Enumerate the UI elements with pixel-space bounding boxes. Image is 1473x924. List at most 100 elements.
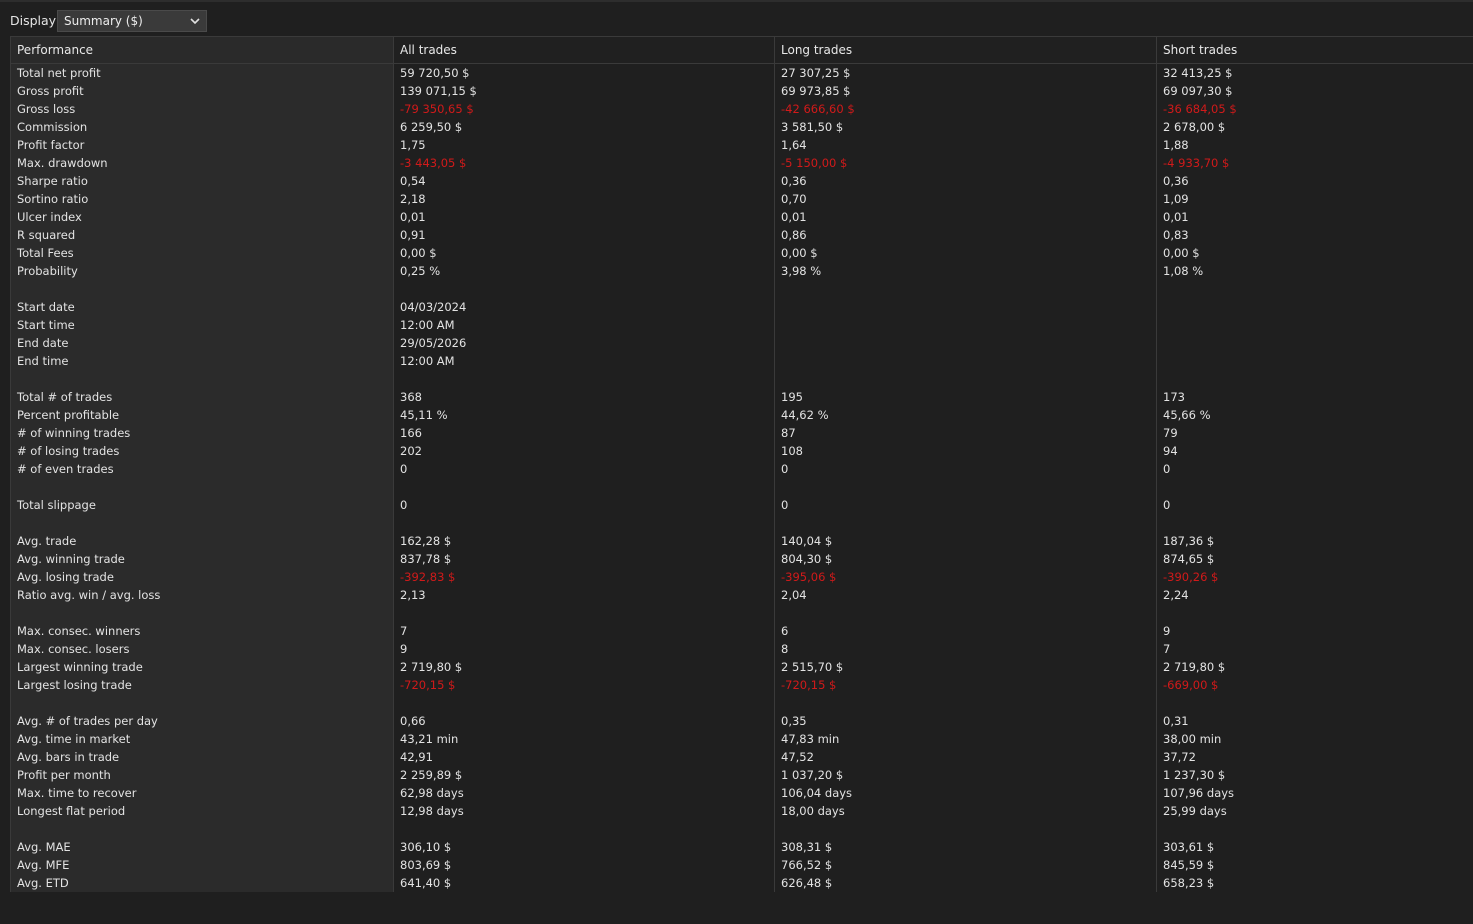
column-header-all-trades[interactable]: All trades	[393, 37, 774, 64]
long-trades-value: 626,48 $	[781, 876, 833, 890]
performance-label: Probability	[17, 264, 78, 278]
performance-label: # of losing trades	[17, 444, 120, 458]
long-trades-value: 308,31 $	[781, 840, 833, 854]
all-trades-value: 7	[400, 624, 408, 638]
long-trades-value: 3 581,50 $	[781, 120, 844, 134]
short-trades-value: 1,88	[1163, 138, 1189, 152]
all-trades-value: 43,21 min	[400, 732, 459, 746]
long-trades-value: 44,62 %	[781, 408, 829, 422]
performance-label: Longest flat period	[17, 804, 126, 818]
performance-label: Start time	[17, 318, 75, 332]
performance-label: Ratio avg. win / avg. loss	[17, 588, 161, 602]
long-trades-value: 87	[781, 426, 796, 440]
long-trades-value: 0	[781, 498, 789, 512]
long-trades-value: 2 515,70 $	[781, 660, 844, 674]
performance-label: Total Fees	[17, 246, 74, 260]
long-trades-value: -5 150,00 $	[781, 156, 848, 170]
long-trades-value: 47,83 min	[781, 732, 840, 746]
all-trades-value: 42,91	[400, 750, 433, 764]
chevron-down-icon	[190, 18, 200, 25]
short-trades-value: 0,31	[1163, 714, 1189, 728]
performance-label: End date	[17, 336, 69, 350]
column-long-trades: 27 307,25 $ 69 973,85 $ -42 666,60 $ 3 581,…	[774, 64, 1156, 892]
long-trades-value: 0,35	[781, 714, 807, 728]
long-trades-value: 804,30 $	[781, 552, 833, 566]
short-trades-value: 658,23 $	[1163, 876, 1215, 890]
performance-label: Ulcer index	[17, 210, 82, 224]
performance-label: Max. drawdown	[17, 156, 108, 170]
column-short-trades: 32 413,25 $ 69 097,30 $ -36 684,05 $ 2 678,…	[1156, 64, 1473, 892]
all-trades-value: 12:00 AM	[400, 318, 455, 332]
all-trades-value: 0,01	[400, 210, 426, 224]
performance-label: # of even trades	[17, 462, 114, 476]
short-trades-value: 845,59 $	[1163, 858, 1215, 872]
all-trades-value: 2,18	[400, 192, 426, 206]
performance-label: Avg. losing trade	[17, 570, 114, 584]
all-trades-value: 2 259,89 $	[400, 768, 463, 782]
short-trades-value: 94	[1163, 444, 1178, 458]
all-trades-value: 59 720,50 $	[400, 66, 470, 80]
all-trades-value: 9	[400, 642, 408, 656]
all-trades-value: 0	[400, 462, 408, 476]
all-trades-value: 306,10 $	[400, 840, 452, 854]
all-trades-value: 837,78 $	[400, 552, 452, 566]
short-trades-value: 874,65 $	[1163, 552, 1215, 566]
column-header-long-trades[interactable]: Long trades	[774, 37, 1156, 64]
performance-label: Max. consec. losers	[17, 642, 130, 656]
performance-label: Avg. time in market	[17, 732, 131, 746]
performance-grid: Performance All trades Long trades Short…	[10, 36, 1473, 892]
short-trades-value: 2 678,00 $	[1163, 120, 1226, 134]
all-trades-value: -720,15 $	[400, 678, 456, 692]
column-header-short-trades[interactable]: Short trades	[1156, 37, 1473, 64]
all-trades-value: 139 071,15 $	[400, 84, 477, 98]
column-header-performance[interactable]: Performance	[11, 37, 393, 64]
performance-label: Commission	[17, 120, 88, 134]
short-trades-value: -390,26 $	[1163, 570, 1219, 584]
performance-label: Sortino ratio	[17, 192, 89, 206]
performance-label: Percent profitable	[17, 408, 120, 422]
all-trades-value: 12:00 AM	[400, 354, 455, 368]
all-trades-value: 6 259,50 $	[400, 120, 463, 134]
performance-label: Total # of trades	[17, 390, 113, 404]
short-trades-value: 173	[1163, 390, 1185, 404]
all-trades-value: 202	[400, 444, 422, 458]
all-trades-value: 2,13	[400, 588, 426, 602]
display-label: Display	[10, 13, 57, 28]
all-trades-value: 368	[400, 390, 422, 404]
long-trades-value: 0	[781, 462, 789, 476]
performance-label: Max. time to recover	[17, 786, 137, 800]
short-trades-value: -36 684,05 $	[1163, 102, 1237, 116]
all-trades-value: 29/05/2026	[400, 336, 467, 350]
long-trades-value: 766,52 $	[781, 858, 833, 872]
all-trades-value: 162,28 $	[400, 534, 452, 548]
performance-label: Avg. ETD	[17, 876, 69, 890]
short-trades-value: 9	[1163, 624, 1171, 638]
short-trades-value: -4 933,70 $	[1163, 156, 1230, 170]
all-trades-value: 0,66	[400, 714, 426, 728]
all-trades-value: 0,91	[400, 228, 426, 242]
performance-label: # of winning trades	[17, 426, 131, 440]
long-trades-value: 0,00 $	[781, 246, 818, 260]
performance-label: Max. consec. winners	[17, 624, 141, 638]
short-trades-value: 1 237,30 $	[1163, 768, 1226, 782]
short-trades-value: 0,00 $	[1163, 246, 1200, 260]
short-trades-value: 0	[1163, 498, 1171, 512]
performance-label: Gross loss	[17, 102, 76, 116]
performance-label: Avg. bars in trade	[17, 750, 120, 764]
performance-label: Avg. MFE	[17, 858, 70, 872]
long-trades-value: 0,01	[781, 210, 807, 224]
long-trades-value: 3,98 %	[781, 264, 822, 278]
column-all-trades: 59 720,50 $ 139 071,15 $ -79 350,65 $ 6 259…	[393, 64, 774, 892]
performance-label: Sharpe ratio	[17, 174, 88, 188]
long-trades-value: -720,15 $	[781, 678, 837, 692]
short-trades-value: 0,36	[1163, 174, 1189, 188]
display-select[interactable]: Summary ($)	[57, 10, 207, 32]
performance-label: Avg. trade	[17, 534, 77, 548]
all-trades-value: 62,98 days	[400, 786, 464, 800]
long-trades-value: 1,64	[781, 138, 807, 152]
long-trades-value: 195	[781, 390, 803, 404]
short-trades-value: 0	[1163, 462, 1171, 476]
long-trades-value: 0,36	[781, 174, 807, 188]
all-trades-value: 45,11 %	[400, 408, 448, 422]
all-trades-value: 2 719,80 $	[400, 660, 463, 674]
